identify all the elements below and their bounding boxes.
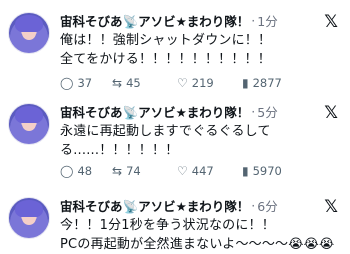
like-button[interactable]: ♡ 447 (177, 164, 214, 178)
separator-dot: · (251, 12, 256, 28)
timestamp[interactable]: 1分 (257, 11, 277, 30)
tweet-text: 今！！1分1秒を争う状況なのに！！ PCの再起動が全然進まないよ〜〜〜〜😭😭😭 (60, 216, 335, 254)
views-button[interactable]: ▮ 2877 (242, 76, 282, 90)
reply-count: 37 (77, 76, 93, 90)
heart-icon: ♡ (177, 76, 188, 90)
retweet-button[interactable]: ⇆ 45 (112, 76, 141, 90)
x-logo-icon: 𝕏 (324, 12, 338, 32)
reply-button[interactable]: ◯ 48 (60, 164, 92, 178)
tweet-header: 宙科そびあ📡アソビ★まわり隊！ · 6分 (60, 194, 278, 216)
avatar[interactable] (8, 197, 50, 239)
x-logo-icon: 𝕏 (324, 197, 338, 217)
tweet-text-line: PCの再起動が全然進まないよ〜〜〜〜😭😭😭 (60, 237, 335, 252)
x-logo-icon: 𝕏 (324, 103, 338, 123)
tweet-header: 宙科そびあ📡アソビ★まわり隊！ · 5分 (60, 100, 278, 122)
retweet-icon: ⇆ (112, 164, 123, 178)
tweet-text: 俺は！！強制シャットダウンに！！ 全てをかける！！！！！！！！！！ (60, 31, 332, 69)
separator-dot: · (251, 103, 256, 119)
tweet-text-line: 永遠に再起動しますでぐるぐるして (60, 124, 271, 139)
reply-button[interactable]: ◯ 37 (60, 76, 92, 90)
retweet-count: 45 (126, 76, 141, 90)
tweet[interactable]: 宙科そびあ📡アソビ★まわり隊！ · 1分 𝕏 俺は！！強制シャットダウンに！！ … (0, 9, 350, 97)
tweet-text: 永遠に再起動しますでぐるぐるして る......！！！！！！ (60, 122, 332, 160)
view-count: 2877 (252, 76, 282, 90)
views-icon: ▮ (242, 76, 249, 90)
view-count: 5970 (252, 164, 282, 178)
display-name[interactable]: 宙科そびあ📡アソビ★まわり隊！ (60, 11, 249, 30)
avatar[interactable] (8, 12, 50, 54)
timestamp[interactable]: 5分 (257, 102, 277, 121)
like-button[interactable]: ♡ 219 (177, 76, 214, 90)
views-icon: ▮ (242, 164, 249, 178)
reply-icon: ◯ (60, 76, 74, 90)
like-count: 447 (191, 164, 214, 178)
like-count: 219 (191, 76, 214, 90)
tweet-text-line: 全てをかける！！！！！！！！！！ (60, 52, 271, 67)
reply-icon: ◯ (60, 164, 74, 178)
separator-dot: · (251, 197, 256, 213)
retweet-button[interactable]: ⇆ 74 (112, 164, 141, 178)
display-name[interactable]: 宙科そびあ📡アソビ★まわり隊！ (60, 196, 249, 215)
tweet-text-line: る......！！！！！！ (60, 143, 179, 158)
reply-count: 48 (77, 164, 93, 178)
display-name[interactable]: 宙科そびあ📡アソビ★まわり隊！ (60, 102, 249, 121)
heart-icon: ♡ (177, 164, 188, 178)
tweet[interactable]: 宙科そびあ📡アソビ★まわり隊！ · 5分 𝕏 永遠に再起動しますでぐるぐるして … (0, 100, 350, 184)
tweet-text-line: 俺は！！強制シャットダウンに！！ (60, 33, 272, 48)
action-bar: ◯ 48 ⇆ 74 ♡ 447 ▮ 5970 (60, 164, 342, 180)
tweet-text-line: 今！！1分1秒を争う状況なのに！！ (60, 218, 275, 233)
avatar[interactable] (8, 103, 50, 145)
retweet-count: 74 (126, 164, 141, 178)
views-button[interactable]: ▮ 5970 (242, 164, 282, 178)
timestamp[interactable]: 6分 (257, 196, 277, 215)
tweet-header: 宙科そびあ📡アソビ★まわり隊！ · 1分 (60, 9, 278, 31)
tweet[interactable]: 宙科そびあ📡アソビ★まわり隊！ · 6分 𝕏 今！！1分1秒を争う状況なのに！！… (0, 194, 350, 254)
action-bar: ◯ 37 ⇆ 45 ♡ 219 ▮ 2877 (60, 76, 342, 92)
retweet-icon: ⇆ (112, 76, 123, 90)
